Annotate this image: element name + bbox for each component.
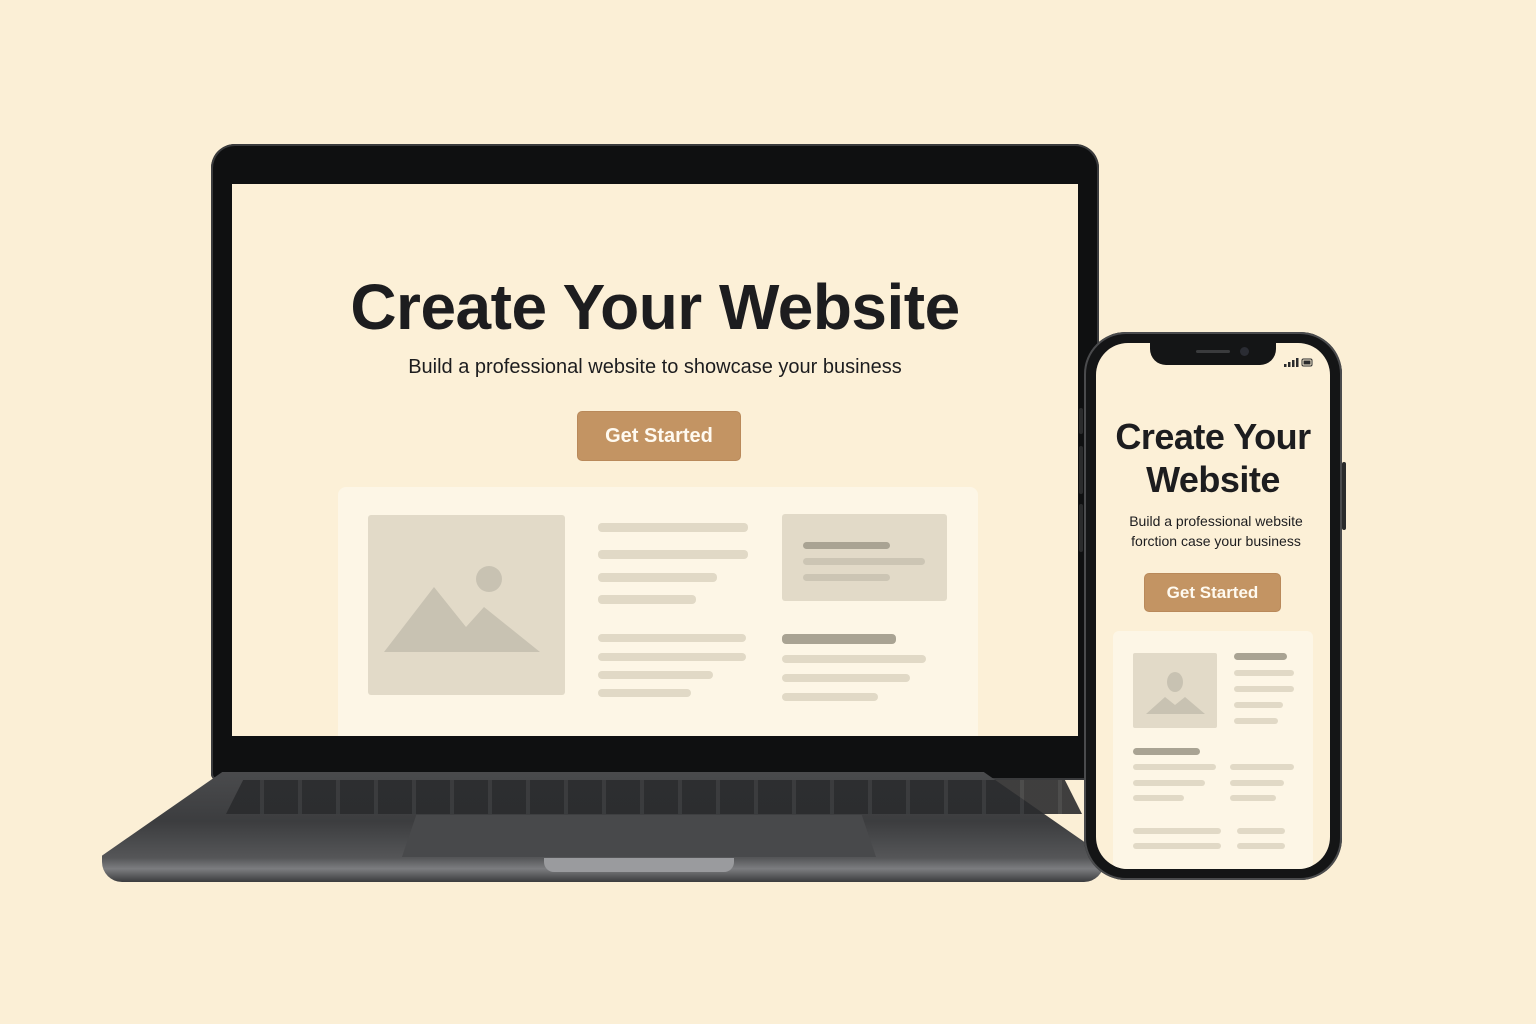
front-camera <box>1240 347 1249 356</box>
text-line-placeholder <box>803 558 925 565</box>
text-line-placeholder <box>598 653 746 661</box>
text-line-placeholder <box>803 574 890 581</box>
laptop-get-started-button[interactable]: Get Started <box>577 411 741 461</box>
phone-volume-up-button <box>1079 446 1083 494</box>
content-box-placeholder <box>782 514 947 601</box>
text-line-placeholder <box>1234 670 1294 676</box>
phone-power-button <box>1342 462 1346 530</box>
text-line-placeholder <box>1234 653 1287 660</box>
laptop-trackpad <box>402 815 876 857</box>
text-line-placeholder <box>598 671 713 679</box>
phone-mute-switch <box>1079 408 1083 434</box>
laptop-screen: Create Your Website Build a professional… <box>232 184 1078 736</box>
phone-subheadline-line2: forction case your business <box>1131 533 1301 549</box>
text-line-placeholder <box>1234 702 1283 708</box>
text-line-placeholder <box>1234 718 1278 724</box>
laptop-headline: Create Your Website <box>350 271 960 343</box>
text-line-placeholder <box>782 674 910 682</box>
speaker-grille <box>1196 350 1230 353</box>
text-line-placeholder <box>782 634 896 644</box>
signal-icon <box>1284 358 1313 367</box>
text-line-placeholder <box>1133 843 1221 849</box>
text-line-placeholder <box>598 523 748 532</box>
text-line-placeholder <box>803 542 890 549</box>
user-placeholder-icon <box>1133 653 1217 728</box>
user-placeholder-graphic <box>1146 672 1205 714</box>
phone-headline: Create Your Website <box>1096 415 1330 501</box>
laptop-keyboard <box>226 780 1082 814</box>
text-line-placeholder <box>1237 843 1285 849</box>
phone-content-card <box>1113 631 1313 869</box>
phone-headline-line2: Website <box>1146 459 1280 500</box>
laptop-opening-notch <box>544 858 734 872</box>
text-line-placeholder <box>598 573 717 582</box>
text-line-placeholder <box>598 689 691 697</box>
text-line-placeholder <box>1230 795 1276 801</box>
text-line-placeholder <box>1133 780 1205 786</box>
text-line-placeholder <box>782 655 926 663</box>
text-line-placeholder <box>1230 780 1284 786</box>
text-line-placeholder <box>1133 748 1200 755</box>
text-line-placeholder <box>782 693 878 701</box>
phone-headline-line1: Create Your <box>1115 416 1311 457</box>
text-line-placeholder <box>1133 828 1221 834</box>
phone-screen: Create Your Website Build a professional… <box>1096 343 1330 869</box>
phone-get-started-button[interactable]: Get Started <box>1144 573 1281 612</box>
text-line-placeholder <box>1234 686 1294 692</box>
phone-subheadline: Build a professional website forction ca… <box>1096 511 1330 551</box>
text-line-placeholder <box>598 634 746 642</box>
text-line-placeholder <box>598 550 748 559</box>
image-placeholder-graphic <box>384 566 540 652</box>
text-line-placeholder <box>1237 828 1285 834</box>
text-line-placeholder <box>598 595 696 604</box>
phone-subheadline-line1: Build a professional website <box>1129 513 1303 529</box>
phone-volume-down-button <box>1079 504 1083 552</box>
phone-notch <box>1150 343 1276 365</box>
image-placeholder-icon <box>368 515 565 695</box>
text-line-placeholder <box>1133 764 1216 770</box>
text-line-placeholder <box>1133 795 1184 801</box>
text-line-placeholder <box>1230 764 1294 770</box>
laptop-content-card <box>338 487 978 736</box>
laptop-subheadline: Build a professional website to showcase… <box>408 356 902 378</box>
